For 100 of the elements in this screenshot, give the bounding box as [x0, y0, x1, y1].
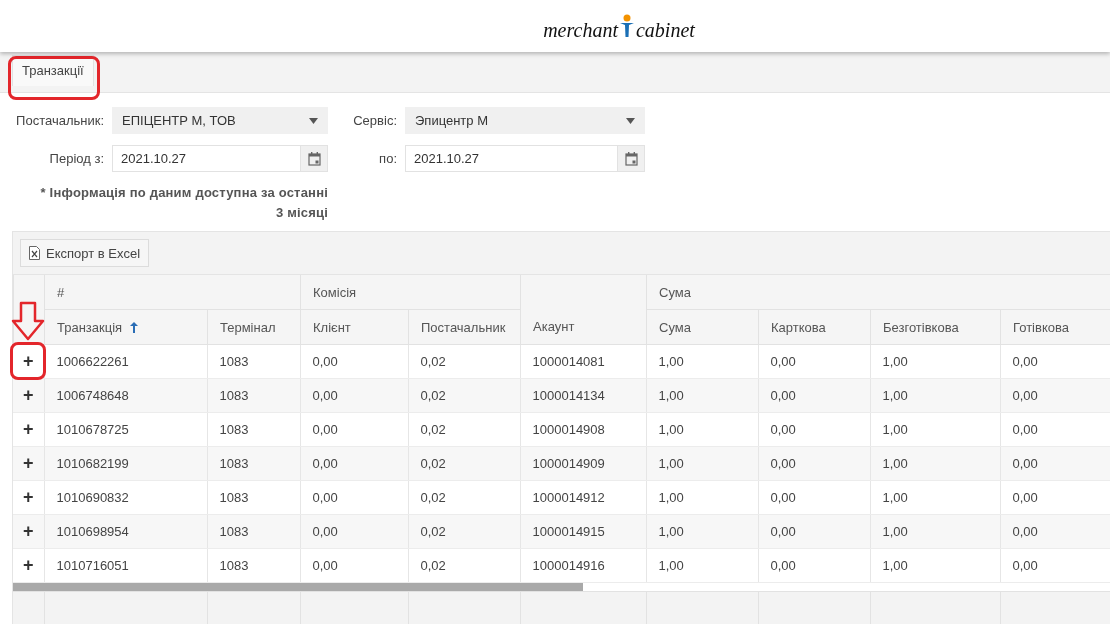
- table-cell: 1,00: [646, 378, 758, 413]
- table-cell: 0,00: [300, 446, 408, 481]
- date-field[interactable]: 2021.10.27: [405, 145, 617, 172]
- column-header[interactable]: Безготівкова: [870, 309, 1001, 345]
- table-cell: 1,00: [870, 480, 1000, 515]
- caret-icon: [626, 117, 635, 124]
- highlight-outline: [10, 342, 46, 380]
- field-label: Сервіс:: [352, 113, 397, 128]
- table-cell: 1,00: [646, 345, 758, 379]
- tab[interactable]: Транзакції: [12, 55, 94, 86]
- table-cell: 1000014915: [520, 514, 646, 549]
- group-header: Сума: [646, 275, 1110, 310]
- column-header[interactable]: Транзакція: [44, 309, 208, 345]
- table-cell: 1000014134: [520, 378, 646, 413]
- table-cell: 1,00: [646, 412, 758, 447]
- group-header: #: [44, 275, 301, 310]
- logo-text: cabinet: [635, 19, 695, 42]
- table-cell: 0,02: [408, 446, 520, 481]
- dropdown-field[interactable]: ЕПІЦЕНТР М, ТОВ: [112, 107, 328, 134]
- field-label: Постачальник:: [15, 113, 104, 128]
- excel-file-icon: [29, 246, 40, 260]
- table-cell: 1,00: [870, 378, 1000, 413]
- table-cell: 0,00: [300, 412, 408, 447]
- table-cell: 0,00: [758, 378, 870, 413]
- table-cell: 0,00: [1000, 514, 1110, 549]
- table-cell: 1083: [207, 446, 300, 481]
- table-cell: 1000014909: [520, 446, 646, 481]
- table-cell: 0,00: [300, 480, 408, 515]
- table-cell: 1083: [207, 412, 300, 447]
- table-cell: 0,00: [1000, 412, 1110, 447]
- table-cell: 1083: [207, 345, 300, 379]
- table-cell: 1010690832: [44, 480, 207, 515]
- table-cell: 0,02: [408, 480, 520, 515]
- table-cell: 1010678725: [44, 412, 207, 447]
- table-cell: 0,00: [300, 514, 408, 549]
- table-cell: 0,02: [408, 345, 520, 379]
- table-cell: 1000014908: [520, 412, 646, 447]
- table-cell: 0,00: [1000, 446, 1110, 481]
- person-logo-icon: [618, 14, 635, 38]
- table-cell: 0,00: [758, 412, 870, 447]
- arrow-down-icon: [11, 301, 45, 341]
- table-cell: 1010698954: [44, 514, 207, 549]
- table-cell: 0,00: [758, 514, 870, 549]
- table-cell: 1,00: [646, 548, 758, 583]
- table-cell: 1000014916: [520, 548, 646, 583]
- table-cell: 0,00: [758, 446, 870, 481]
- table-cell: 0,00: [1000, 345, 1110, 379]
- table-cell: 1006748648: [44, 378, 207, 413]
- table-cell: 0,00: [1000, 548, 1110, 583]
- table-cell: 0,00: [1000, 378, 1110, 413]
- info-note: * Інформація по даним доступна за останні 3 місяці: [39, 184, 328, 222]
- column-header[interactable]: Клієнт: [300, 309, 409, 345]
- column-header[interactable]: Карткова: [758, 309, 871, 345]
- date-field[interactable]: 2021.10.27: [112, 145, 300, 172]
- table-cell: 1006622261: [44, 345, 207, 379]
- table-cell: 1,00: [870, 345, 1000, 379]
- table-cell: 0,00: [758, 548, 870, 583]
- table-cell: 1000014912: [520, 480, 646, 515]
- table-cell: 1010682199: [44, 446, 207, 481]
- column-header[interactable]: Термінал: [207, 309, 301, 345]
- table-cell: 0,02: [408, 548, 520, 583]
- table-cell: 1,00: [646, 514, 758, 549]
- expand-toggle[interactable]: +: [23, 487, 34, 507]
- table-cell: 1,00: [870, 412, 1000, 447]
- caret-icon: [309, 117, 318, 124]
- expand-toggle[interactable]: +: [23, 419, 34, 439]
- table-cell: 1083: [207, 480, 300, 515]
- table-cell: 1000014081: [520, 345, 646, 379]
- field-label: по:: [378, 151, 397, 166]
- dropdown-field[interactable]: Эпицентр М: [405, 107, 645, 134]
- expand-toggle[interactable]: +: [23, 351, 34, 371]
- table-cell: 0,00: [1000, 480, 1110, 515]
- table-cell: 1,00: [870, 548, 1000, 583]
- calendar-button[interactable]: [300, 145, 328, 172]
- logo-text: merchant: [543, 19, 618, 42]
- column-header[interactable]: Акаунт: [520, 275, 647, 345]
- table-cell: 1,00: [870, 446, 1000, 481]
- table-cell: 0,00: [300, 345, 408, 379]
- export-excel-button[interactable]: Експорт в Excel: [20, 239, 150, 267]
- expand-toggle[interactable]: +: [23, 555, 34, 575]
- table-cell: 0,02: [408, 514, 520, 549]
- scrollbar-thumb[interactable]: [13, 583, 583, 591]
- calendar-icon: [307, 151, 321, 166]
- column-header[interactable]: Постачальник: [408, 309, 521, 345]
- table-cell: 1083: [207, 378, 300, 413]
- table-cell: 1,00: [646, 446, 758, 481]
- calendar-icon: [624, 151, 638, 166]
- table-cell: 1083: [207, 514, 300, 549]
- table-cell: 0,00: [300, 378, 408, 413]
- table-cell: 0,02: [408, 412, 520, 447]
- table-cell: 1,00: [870, 514, 1000, 549]
- table-cell: 0,00: [758, 480, 870, 515]
- table-cell: 0,00: [300, 548, 408, 583]
- table-cell: 0,02: [408, 378, 520, 413]
- table-cell: 1,00: [646, 480, 758, 515]
- field-label: Період з:: [48, 151, 104, 166]
- calendar-button[interactable]: [617, 145, 645, 172]
- column-header[interactable]: Готівкова: [1000, 309, 1110, 345]
- table-cell: 0,00: [758, 345, 870, 379]
- column-header[interactable]: Сума: [646, 309, 759, 345]
